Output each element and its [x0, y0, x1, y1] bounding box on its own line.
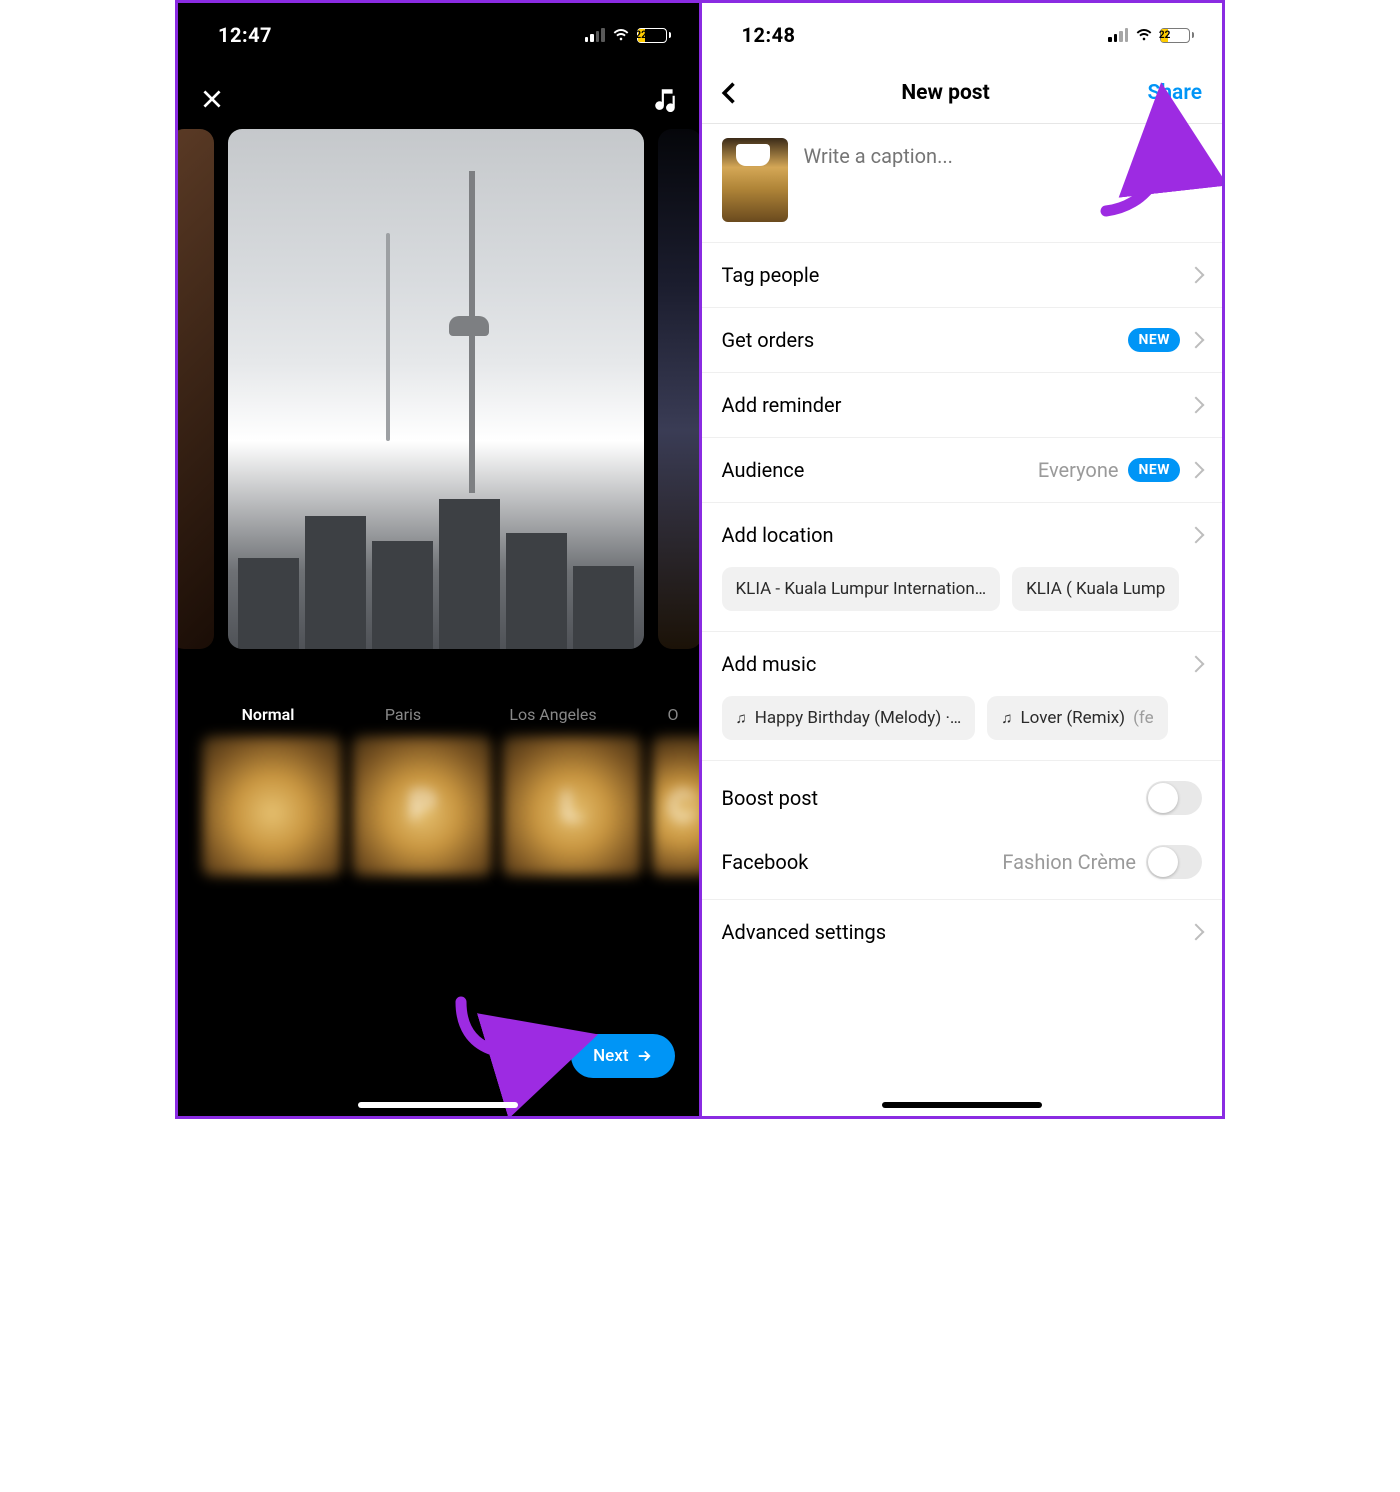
row-facebook[interactable]: Facebook Fashion Crème	[702, 835, 1223, 899]
annotation-arrow-next	[446, 992, 596, 1082]
chevron-right-icon	[1188, 397, 1205, 414]
chevron-right-icon	[1188, 924, 1205, 941]
music-chip-faded: (fe	[1133, 708, 1154, 728]
filter-thumb-next[interactable]	[652, 736, 702, 876]
filter-label-paris[interactable]: Paris	[328, 705, 478, 724]
edit-header	[178, 59, 699, 129]
audience-value: Everyone	[1038, 458, 1119, 482]
new-post-screen: 12:48 22 New post Share Tag people	[702, 3, 1223, 1116]
music-note-icon: ♫	[1001, 709, 1012, 727]
status-bar: 12:47 22	[178, 3, 699, 59]
row-add-reminder[interactable]: Add reminder	[702, 372, 1223, 437]
music-note-icon: ♫	[736, 709, 747, 727]
status-bar: 12:48 22	[702, 3, 1223, 59]
row-label: Add reminder	[722, 393, 842, 417]
location-chip[interactable]: KLIA - Kuala Lumpur Internation…	[722, 567, 1001, 611]
row-add-music[interactable]: Add music	[702, 631, 1223, 696]
next-image-peek[interactable]	[658, 129, 702, 649]
row-label: Boost post	[722, 786, 819, 810]
cellular-icon	[585, 28, 605, 42]
new-post-header: New post Share	[702, 59, 1223, 124]
new-badge: NEW	[1128, 328, 1180, 352]
row-get-orders[interactable]: Get orders NEW	[702, 307, 1223, 372]
filter-label-o[interactable]: O	[628, 705, 702, 724]
prev-image-peek[interactable]	[178, 129, 214, 649]
back-icon[interactable]	[716, 79, 744, 107]
row-label: Add music	[722, 652, 817, 676]
row-boost-post[interactable]: Boost post	[702, 760, 1223, 835]
location-chip[interactable]: KLIA ( Kuala Lump	[1012, 567, 1179, 611]
row-label: Tag people	[722, 263, 820, 287]
new-badge: NEW	[1128, 458, 1180, 482]
facebook-toggle[interactable]	[1146, 845, 1202, 879]
status-icons: 22	[1108, 27, 1194, 43]
row-label: Advanced settings	[722, 920, 887, 944]
caption-input[interactable]	[804, 138, 1203, 168]
caption-row	[702, 124, 1223, 242]
music-chip-text: Lover (Remix)	[1021, 708, 1126, 728]
row-add-location[interactable]: Add location	[702, 502, 1223, 567]
row-label: Add location	[722, 523, 834, 547]
chevron-right-icon	[1188, 267, 1205, 284]
battery-pct: 22	[1161, 29, 1168, 42]
cellular-icon	[1108, 28, 1128, 42]
next-button-label: Next	[593, 1046, 628, 1066]
music-chips: ♫ Happy Birthday (Melody) ·… ♫ Lover (Re…	[702, 696, 1223, 760]
filter-thumb-paris[interactable]	[352, 736, 492, 876]
filter-labels: Normal Paris Los Angeles O	[178, 649, 699, 736]
close-icon[interactable]	[198, 85, 226, 113]
music-chip-text: Happy Birthday (Melody) ·…	[755, 708, 962, 728]
chevron-right-icon	[1188, 527, 1205, 544]
next-button[interactable]: Next	[571, 1034, 674, 1078]
row-audience[interactable]: Audience Everyone NEW	[702, 437, 1223, 502]
music-icon[interactable]	[651, 85, 679, 113]
home-indicator[interactable]	[882, 1102, 1042, 1108]
wifi-icon	[1134, 27, 1154, 43]
home-indicator[interactable]	[358, 1102, 518, 1108]
image-carousel[interactable]	[178, 129, 699, 649]
filter-thumb-los-angeles[interactable]	[502, 736, 642, 876]
row-label: Audience	[722, 458, 805, 482]
chevron-right-icon	[1188, 332, 1205, 349]
boost-toggle[interactable]	[1146, 781, 1202, 815]
status-time: 12:47	[218, 23, 272, 47]
selected-image[interactable]	[228, 129, 644, 649]
edit-post-screen: 12:47 22	[178, 3, 702, 1116]
location-chips: KLIA - Kuala Lumpur Internation… KLIA ( …	[702, 567, 1223, 631]
battery-icon: 22	[637, 28, 671, 43]
status-icons: 22	[585, 27, 671, 43]
filter-label-normal[interactable]: Normal	[178, 705, 328, 724]
chevron-right-icon	[1188, 462, 1205, 479]
music-chip[interactable]: ♫ Happy Birthday (Melody) ·…	[722, 696, 976, 740]
filter-label-los-angeles[interactable]: Los Angeles	[478, 705, 628, 724]
battery-icon: 22	[1160, 28, 1194, 43]
filter-thumbs[interactable]	[178, 736, 699, 876]
battery-pct: 22	[638, 29, 645, 42]
chevron-right-icon	[1188, 656, 1205, 673]
post-thumbnail[interactable]	[722, 138, 788, 222]
row-tag-people[interactable]: Tag people	[702, 242, 1223, 307]
facebook-value: Fashion Crème	[1002, 850, 1136, 874]
page-title: New post	[901, 81, 989, 105]
row-label: Facebook	[722, 850, 809, 874]
filter-thumb-normal[interactable]	[202, 736, 342, 876]
music-chip[interactable]: ♫ Lover (Remix) (fe	[987, 696, 1167, 740]
share-button[interactable]: Share	[1148, 81, 1202, 105]
wifi-icon	[611, 27, 631, 43]
status-time: 12:48	[742, 23, 796, 47]
row-label: Get orders	[722, 328, 815, 352]
row-advanced-settings[interactable]: Advanced settings	[702, 899, 1223, 964]
